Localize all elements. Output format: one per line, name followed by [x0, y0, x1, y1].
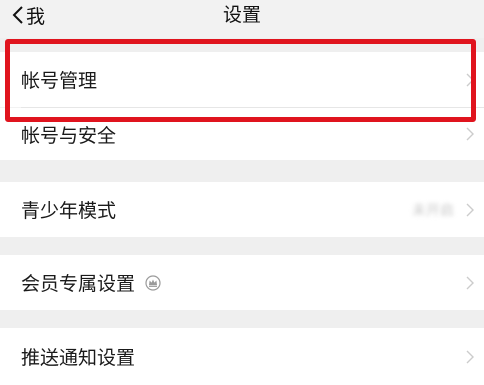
teen-mode-status: 未开启	[412, 202, 454, 219]
section-gap	[0, 237, 484, 255]
section-gap	[0, 310, 484, 328]
vip-settings-label: 会员专属设置	[21, 273, 136, 295]
page-title: 设置	[222, 4, 261, 26]
vip-crown-badge-icon	[145, 274, 161, 291]
settings-item-account-security[interactable]: 帐号与安全	[0, 108, 484, 160]
settings-item-label: 推送通知设置	[21, 347, 136, 369]
settings-item-account-management[interactable]: 帐号管理	[0, 52, 484, 107]
section-gap	[0, 160, 484, 182]
settings-item-push-notifications[interactable]: 推送通知设置	[0, 328, 484, 385]
chevron-right-icon	[466, 203, 474, 216]
settings-item-label: 帐号管理	[21, 70, 98, 92]
settings-item-label: 会员专属设置	[21, 269, 161, 296]
settings-item-label: 帐号与安全	[21, 124, 117, 147]
chevron-right-icon	[466, 73, 474, 86]
settings-item-teen-mode[interactable]: 青少年模式 未开启	[0, 182, 484, 237]
settings-screen: 我 设置 帐号管理 帐号与安全 青少年模式 未开启 会员专属设置 推送通知设置	[0, 0, 484, 385]
chevron-right-icon	[466, 127, 474, 141]
navigation-bar: 我 设置	[0, 0, 484, 38]
settings-item-vip-settings[interactable]: 会员专属设置	[0, 255, 484, 310]
chevron-right-icon	[466, 276, 474, 289]
chevron-right-icon	[466, 350, 474, 363]
section-gap	[0, 38, 484, 52]
settings-item-label: 青少年模式	[21, 200, 117, 222]
